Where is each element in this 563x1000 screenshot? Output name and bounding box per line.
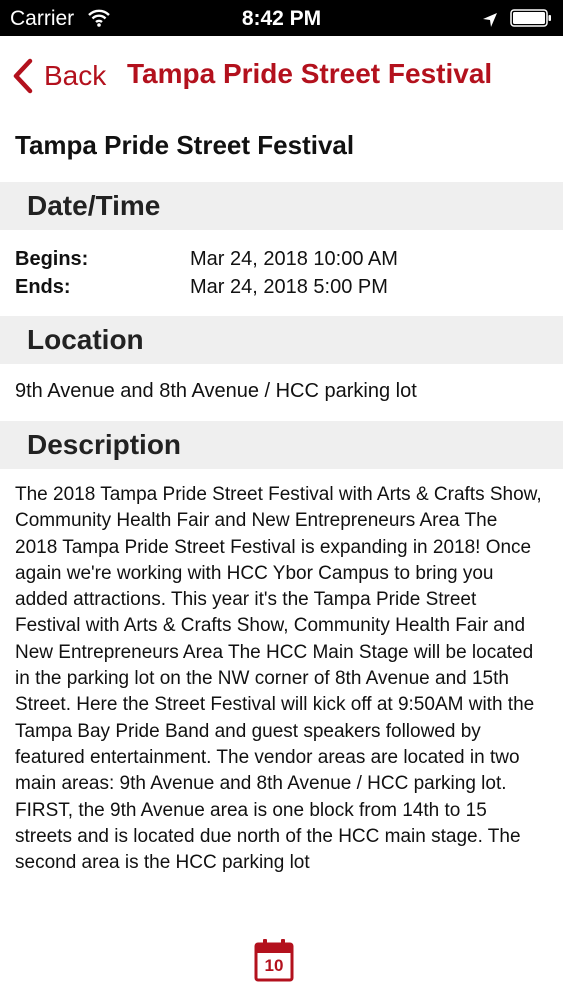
status-bar: Carrier 8:42 PM — [0, 0, 563, 36]
back-button[interactable]: Back — [12, 56, 106, 96]
date-time-header-label: Date/Time — [27, 190, 161, 221]
battery-icon — [510, 9, 552, 33]
event-title: Tampa Pride Street Festival — [15, 130, 355, 160]
date-time-header: Date/Time — [0, 182, 563, 230]
calendar-icon[interactable]: 10 — [254, 938, 294, 982]
event-detail-content[interactable]: Tampa Pride Street Festival Date/Time Be… — [0, 116, 563, 912]
nav-title: Tampa Pride Street Festival — [127, 58, 493, 89]
location-text: 9th Avenue and 8th Avenue / HCC parking … — [15, 380, 417, 402]
tab-bar: 10 — [0, 912, 563, 1000]
description-text: The 2018 Tampa Pride Street Festival wit… — [15, 484, 542, 874]
location-header-label: Location — [27, 324, 144, 355]
ends-label: Ends: — [15, 276, 71, 298]
calendar-day-number: 10 — [264, 956, 284, 975]
description-header: Description — [0, 421, 563, 469]
status-time: 8:42 PM — [241, 7, 322, 30]
location-header: Location — [0, 316, 563, 364]
begins-label: Begins: — [15, 248, 89, 270]
begins-value: Mar 24, 2018 10:00 AM — [190, 248, 398, 270]
back-label: Back — [44, 60, 107, 91]
location-arrow-icon — [482, 10, 498, 34]
ends-value: Mar 24, 2018 5:00 PM — [190, 276, 388, 298]
navigation-bar: Back Tampa Pride Street Festival — [0, 36, 563, 116]
chevron-left-icon — [12, 58, 34, 94]
description-header-label: Description — [27, 429, 182, 460]
